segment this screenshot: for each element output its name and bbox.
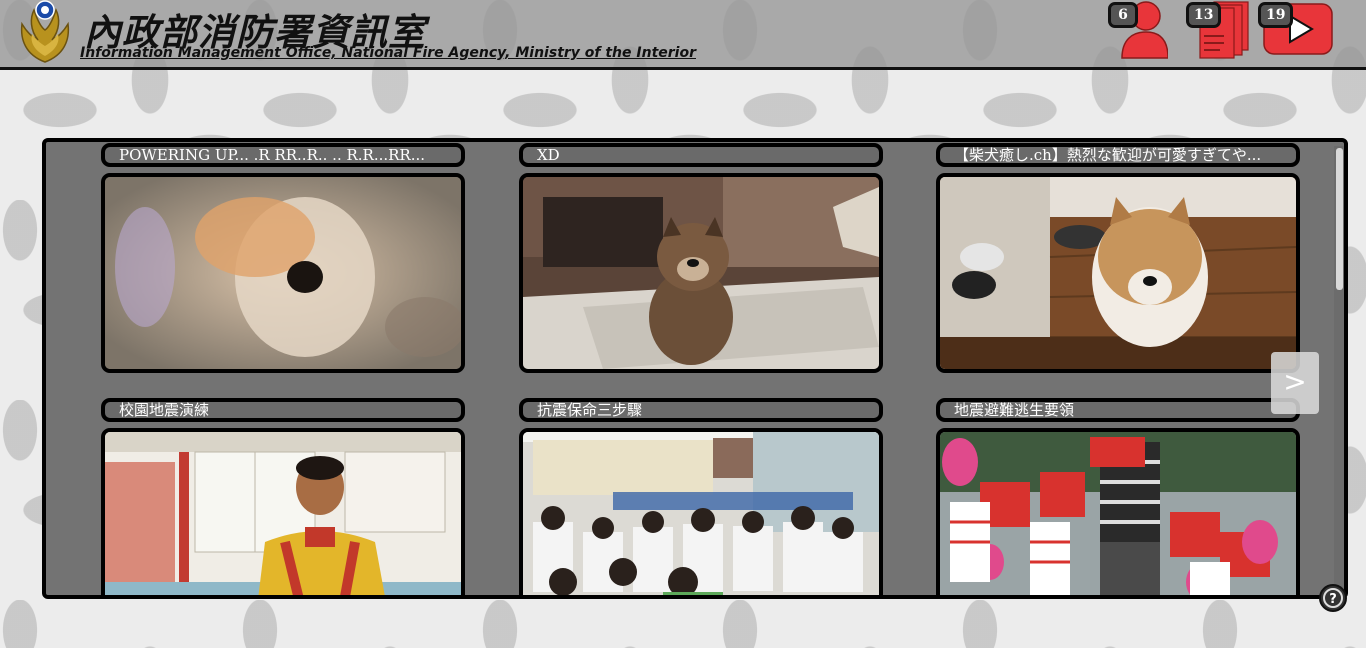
site-subtitle: Information Management Office, National … [80, 45, 696, 61]
video-gallery-panel: POWERING UP... .R RR..R.. .. R.R...RR...… [42, 138, 1348, 599]
video-title[interactable]: XD [519, 143, 883, 167]
help-icon[interactable]: ? [1318, 583, 1348, 613]
videos-button[interactable]: 19 [1258, 0, 1334, 60]
next-page-button[interactable]: > [1271, 352, 1319, 414]
user-button[interactable]: 6 [1108, 0, 1168, 60]
video-card[interactable]: 校園地震演練 [101, 398, 465, 595]
video-thumbnail[interactable] [936, 428, 1300, 595]
fire-agency-emblem-icon [16, 0, 74, 64]
documents-button[interactable]: 13 [1186, 0, 1250, 60]
video-card[interactable]: 【柴犬癒し.ch】熱烈な歓迎が可愛すぎてや... [936, 143, 1300, 373]
video-title[interactable]: POWERING UP... .R RR..R.. .. R.R...RR... [101, 143, 465, 167]
video-thumbnail[interactable] [101, 173, 465, 373]
videos-count-badge: 19 [1258, 2, 1294, 28]
video-title[interactable]: 抗震保命三步驟 [519, 398, 883, 422]
video-card[interactable]: XD [519, 143, 883, 373]
scrollbar-thumb[interactable] [1336, 148, 1343, 290]
site-header: 內政部消防署資訊室 Information Management Office,… [0, 0, 1366, 70]
video-thumbnail[interactable] [519, 173, 883, 373]
video-title[interactable]: 校園地震演練 [101, 398, 465, 422]
user-count-badge: 6 [1108, 2, 1138, 28]
gallery-scrollbar[interactable] [1334, 146, 1344, 595]
video-card[interactable]: POWERING UP... .R RR..R.. .. R.R...RR... [101, 143, 465, 373]
video-thumbnail[interactable] [519, 428, 883, 595]
documents-count-badge: 13 [1186, 2, 1222, 28]
video-title[interactable]: 【柴犬癒し.ch】熱烈な歓迎が可愛すぎてや... [936, 143, 1300, 167]
video-card[interactable]: 地震避難逃生要領 [936, 398, 1300, 595]
video-thumbnail[interactable] [101, 428, 465, 595]
video-thumbnail[interactable] [936, 173, 1300, 373]
video-card[interactable]: 抗震保命三步驟 [519, 398, 883, 595]
svg-text:?: ? [1329, 592, 1337, 607]
video-title[interactable]: 地震避難逃生要領 [936, 398, 1300, 422]
